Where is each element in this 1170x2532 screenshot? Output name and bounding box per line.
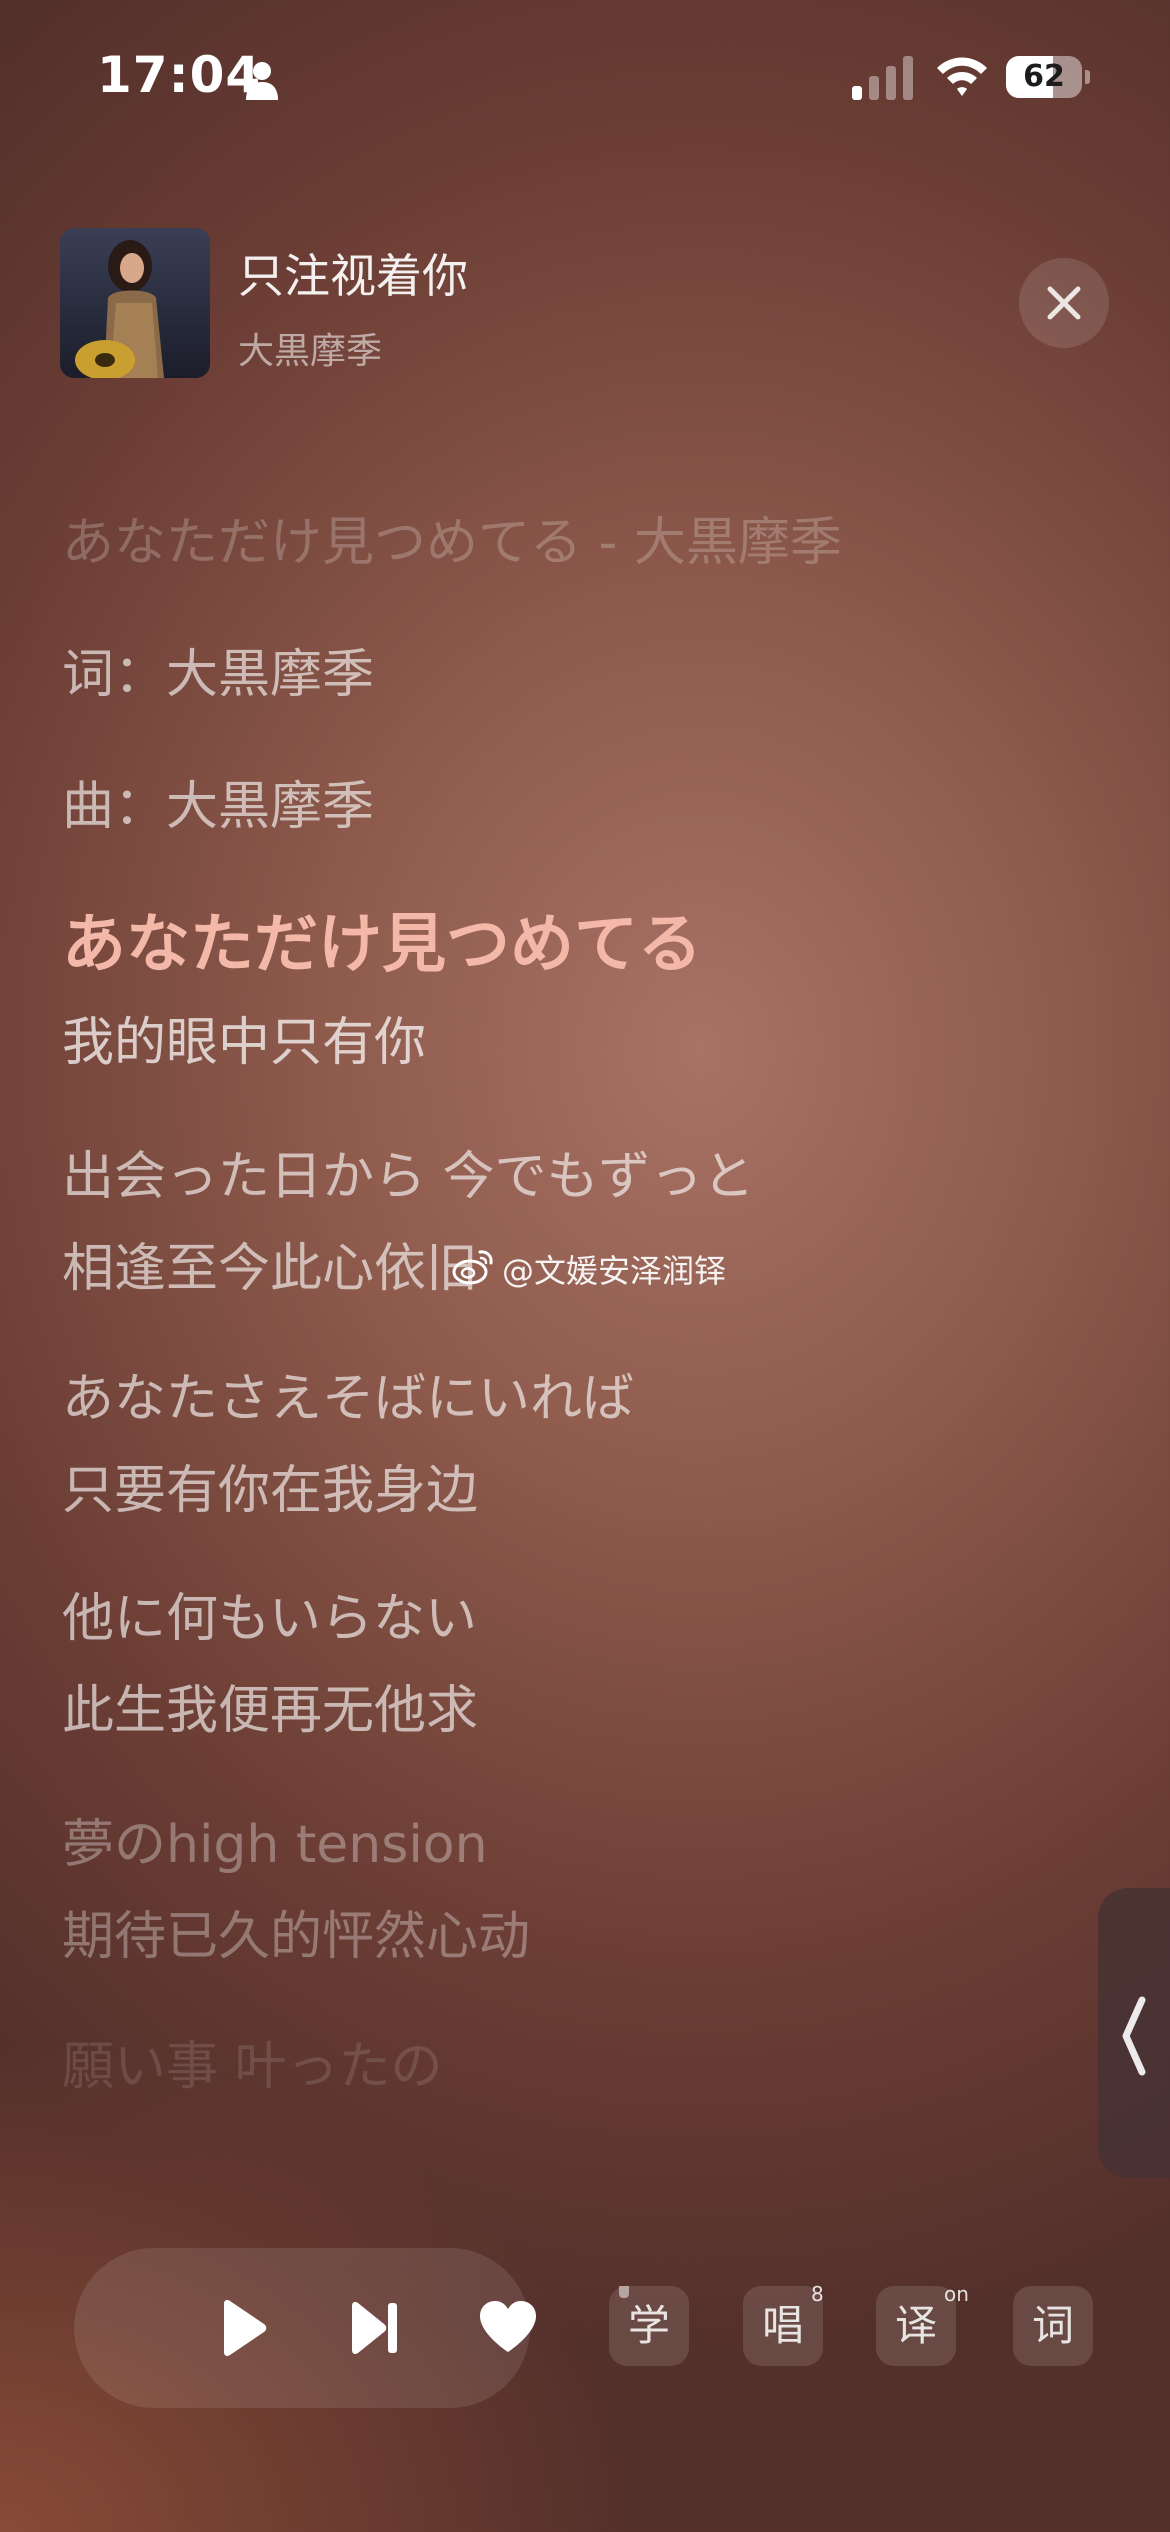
play-button[interactable] bbox=[192, 2248, 292, 2408]
lyrics-label: 词 bbox=[1031, 2301, 1074, 2350]
sing-button[interactable]: 唱 8 bbox=[743, 2282, 824, 2366]
weibo-icon bbox=[452, 1250, 493, 1285]
lyrics-button[interactable]: 词 bbox=[1013, 2286, 1093, 2366]
lyric-line[interactable]: 夢のhigh tension bbox=[62, 1802, 488, 1877]
translate-badge: on bbox=[944, 2282, 969, 2306]
lyric-line[interactable]: 曲：大黒摩季 bbox=[62, 764, 374, 839]
watermark-text: @文媛安泽润铎 bbox=[502, 1252, 727, 1290]
next-track-button[interactable] bbox=[324, 2248, 424, 2408]
lyric-line[interactable]: あなただけ見つめてる - 大黒摩季 bbox=[62, 500, 842, 575]
lyric-line[interactable]: 词：大黒摩季 bbox=[62, 632, 374, 707]
lyric-line[interactable]: 他に何もいらない bbox=[62, 1576, 477, 1651]
playback-controls bbox=[74, 2248, 536, 2408]
favorite-button[interactable] bbox=[458, 2248, 558, 2408]
lyric-line[interactable]: 願い事 叶ったの bbox=[62, 2024, 443, 2099]
lyric-line[interactable]: あなたさえそばにいれば bbox=[62, 1356, 634, 1431]
sing-badge: 8 bbox=[811, 2282, 824, 2306]
lyric-translation[interactable]: 相逢至今此心依旧 bbox=[62, 1226, 478, 1301]
heart-icon bbox=[480, 2301, 536, 2352]
play-icon bbox=[224, 2300, 267, 2356]
lyric-line-active[interactable]: あなただけ見つめてる bbox=[62, 893, 702, 985]
chevron-left-icon bbox=[1122, 1996, 1146, 2076]
lyric-translation[interactable]: 只要有你在我身边 bbox=[62, 1448, 478, 1523]
lyrics-panel[interactable]: あなただけ見つめてる - 大黒摩季 词：大黒摩季 曲：大黒摩季 あなただけ見つめ… bbox=[62, 0, 1112, 2170]
next-track-icon bbox=[352, 2302, 397, 2354]
lyric-translation[interactable]: 期待已久的怦然心动 bbox=[62, 1894, 530, 1969]
lyric-translation[interactable]: 此生我便再无他求 bbox=[62, 1668, 478, 1743]
lyric-line[interactable]: 出会った日から 今でもずっと bbox=[62, 1134, 755, 1209]
lyric-translation-active[interactable]: 我的眼中只有你 bbox=[62, 1000, 426, 1075]
side-panel-handle[interactable] bbox=[1098, 1888, 1170, 2178]
learn-button[interactable]: 学 bbox=[609, 2286, 689, 2366]
learn-label: 学 bbox=[627, 2301, 670, 2350]
translate-button[interactable]: 译 on bbox=[876, 2282, 969, 2366]
